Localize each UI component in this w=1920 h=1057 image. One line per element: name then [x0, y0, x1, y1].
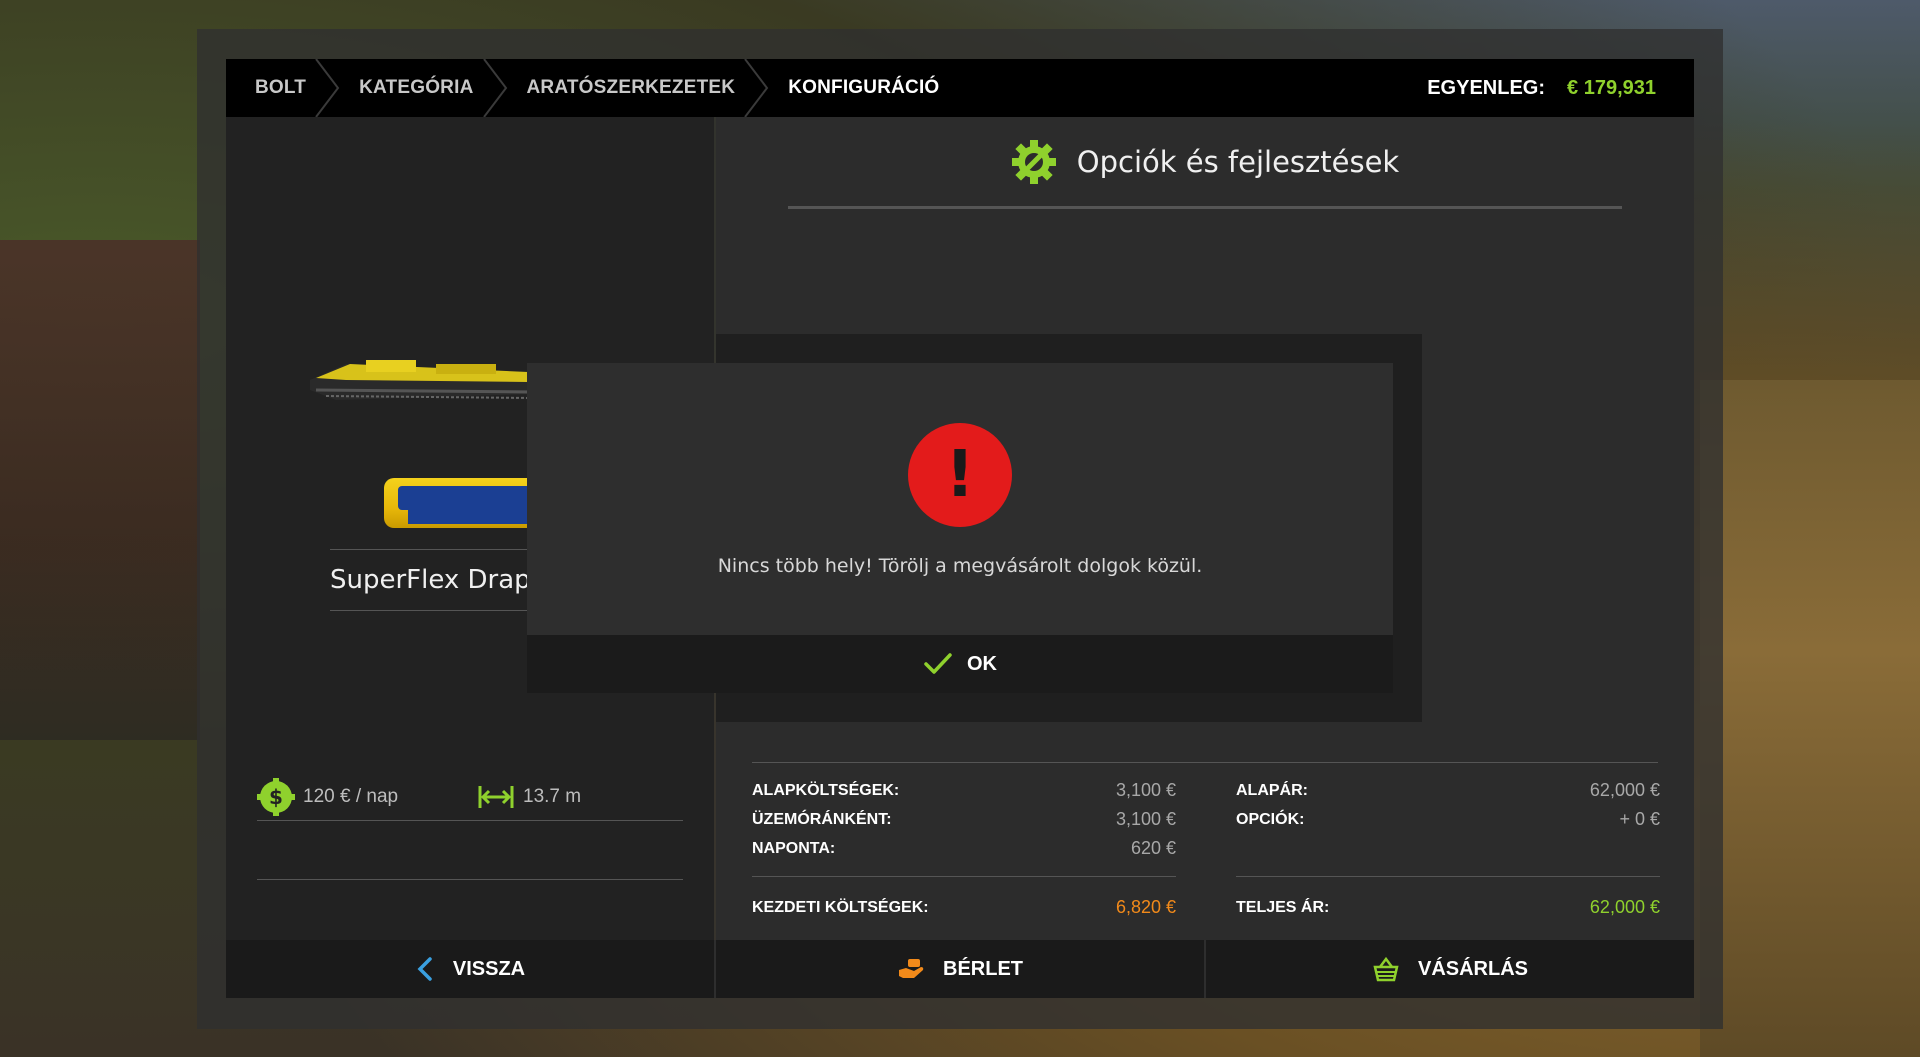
breadcrumb-label: BOLT	[255, 77, 307, 98]
cost-row: ALAPKÖLTSÉGEK: 3,100 €	[752, 776, 1176, 805]
width-icon	[478, 785, 514, 808]
initial-cost-value: 6,820 €	[1115, 897, 1176, 917]
running-costs: ALAPKÖLTSÉGEK: 3,100 € ÜZEMÓRÁNKÉNT: 3,1…	[752, 776, 1176, 922]
alert-symbol: !	[945, 438, 975, 512]
basket-icon	[1373, 956, 1399, 982]
spec-row: $ 120 € / nap 13.7 m	[257, 773, 683, 821]
divider	[752, 876, 1176, 877]
options-title: Opciók és fejlesztések	[1076, 144, 1400, 179]
bottom-bar: VISSZA BÉRLET VÁSÁRLÁS	[226, 940, 1694, 998]
chevron-left-icon	[417, 957, 432, 981]
cost-label: NAPONTA:	[752, 839, 836, 857]
cost-label: ÜZEMÓRÁNKÉNT:	[752, 810, 892, 828]
brand-logo	[384, 478, 544, 528]
total-price-value: 62,000 €	[1589, 897, 1660, 917]
divider	[1236, 876, 1660, 877]
dialog-body: ! Nincs több hely! Törölj a megvásárolt …	[527, 363, 1393, 635]
svg-text:$: $	[269, 785, 283, 809]
ok-button[interactable]: OK	[527, 635, 1393, 693]
cost-label: ALAPKÖLTSÉGEK:	[752, 781, 900, 799]
alert-icon: !	[908, 423, 1012, 527]
lease-hand-icon	[899, 959, 924, 978]
cost-row: ALAPÁR: 62,000 €	[1236, 776, 1660, 805]
cost-value: 3,100 €	[1115, 780, 1176, 800]
dialog-message: Nincs több hely! Törölj a megvásárolt do…	[717, 555, 1203, 577]
lease-button-label: BÉRLET	[943, 957, 1023, 980]
initial-cost-row: KEZDETI KÖLTSÉGEK: 6,820 €	[752, 893, 1176, 922]
cost-label: OPCIÓK:	[1236, 810, 1305, 828]
cost-value: + 0 €	[1619, 809, 1660, 829]
cost-value: 62,000 €	[1589, 780, 1660, 800]
breadcrumb-bolt[interactable]: BOLT	[226, 59, 340, 117]
cost-row: NAPONTA: 620 €	[752, 834, 1176, 863]
buy-button[interactable]: VÁSÁRLÁS	[1206, 940, 1694, 998]
balance-value: € 179,931	[1567, 76, 1656, 99]
breadcrumb-kategoria[interactable]: KATEGÓRIA	[330, 59, 507, 117]
breadcrumb-konfiguracio: KONFIGURÁCIÓ	[759, 59, 963, 117]
cost-label: ALAPÁR:	[1236, 781, 1308, 799]
breadcrumb-label: KATEGÓRIA	[359, 77, 474, 98]
cost-row: ÜZEMÓRÁNKÉNT: 3,100 €	[752, 805, 1176, 834]
top-bar: BOLT KATEGÓRIA ARATÓSZERKEZETEK KONFIGUR…	[226, 59, 1694, 117]
background-scenery-left	[0, 240, 200, 740]
breadcrumb-aratoszerkezetek[interactable]: ARATÓSZERKEZETEK	[498, 59, 769, 117]
breadcrumb-label: ARATÓSZERKEZETEK	[526, 77, 736, 98]
cost-row: OPCIÓK: + 0 €	[1236, 805, 1660, 834]
spec-item: 13.7 m	[477, 784, 581, 810]
price-summary: ALAPÁR: 62,000 € OPCIÓK: + 0 € TELJES ÁR…	[1236, 776, 1660, 922]
working-width: 13.7 m	[523, 785, 582, 807]
cost-label: KEZDETI KÖLTSÉGEK:	[752, 898, 929, 916]
balance-label: EGYENLEG:	[1427, 76, 1546, 99]
divider	[752, 762, 1658, 763]
options-header: Opciók és fejlesztések	[788, 117, 1622, 209]
divider	[257, 879, 683, 880]
cost-label: TELJES ÁR:	[1236, 898, 1330, 916]
ok-button-label: OK	[967, 652, 997, 675]
buy-button-label: VÁSÁRLÁS	[1417, 957, 1528, 980]
gear-wrench-icon	[1011, 139, 1056, 184]
checkmark-icon	[924, 653, 952, 674]
dollar-icon: $	[257, 777, 295, 816]
back-button-label: VISSZA	[452, 957, 526, 980]
breadcrumb-label: KONFIGURÁCIÓ	[788, 77, 940, 98]
background-scenery-right	[1700, 380, 1920, 1057]
cost-value: 3,100 €	[1115, 809, 1176, 829]
total-price-row: TELJES ÁR: 62,000 €	[1236, 893, 1660, 922]
lease-button[interactable]: BÉRLET	[716, 940, 1206, 998]
cost-value: 620 €	[1130, 838, 1176, 858]
spec-item: $ 120 € / nap	[257, 777, 477, 816]
rental-rate: 120 € / nap	[303, 785, 399, 807]
header-machine-image	[310, 360, 533, 400]
balance: EGYENLEG: € 179,931	[1427, 77, 1694, 100]
error-dialog: ! Nincs több hely! Törölj a megvásárolt …	[527, 363, 1393, 693]
back-button[interactable]: VISSZA	[226, 940, 716, 998]
